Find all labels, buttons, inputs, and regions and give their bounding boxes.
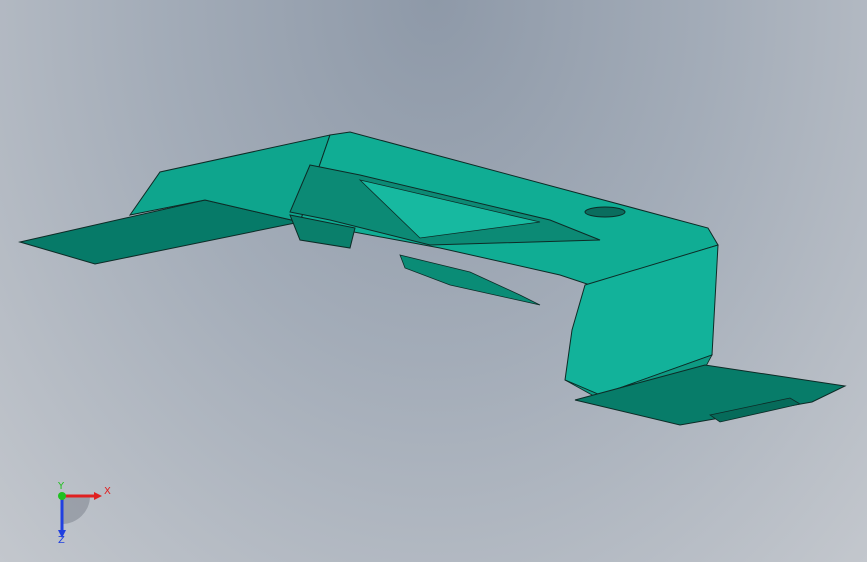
y-axis-dot-icon <box>58 492 66 500</box>
triad-shadow <box>62 496 90 524</box>
graphics-viewport[interactable]: X Y Z <box>0 0 867 562</box>
y-axis-label: Y <box>57 482 65 492</box>
x-axis-arrow-icon <box>94 492 102 500</box>
x-axis-label: X <box>104 486 111 497</box>
z-axis-label: Z <box>58 535 65 544</box>
sheet-metal-part-model[interactable] <box>0 0 867 562</box>
hole <box>584 206 626 218</box>
coordinate-triad: X Y Z <box>57 482 111 544</box>
